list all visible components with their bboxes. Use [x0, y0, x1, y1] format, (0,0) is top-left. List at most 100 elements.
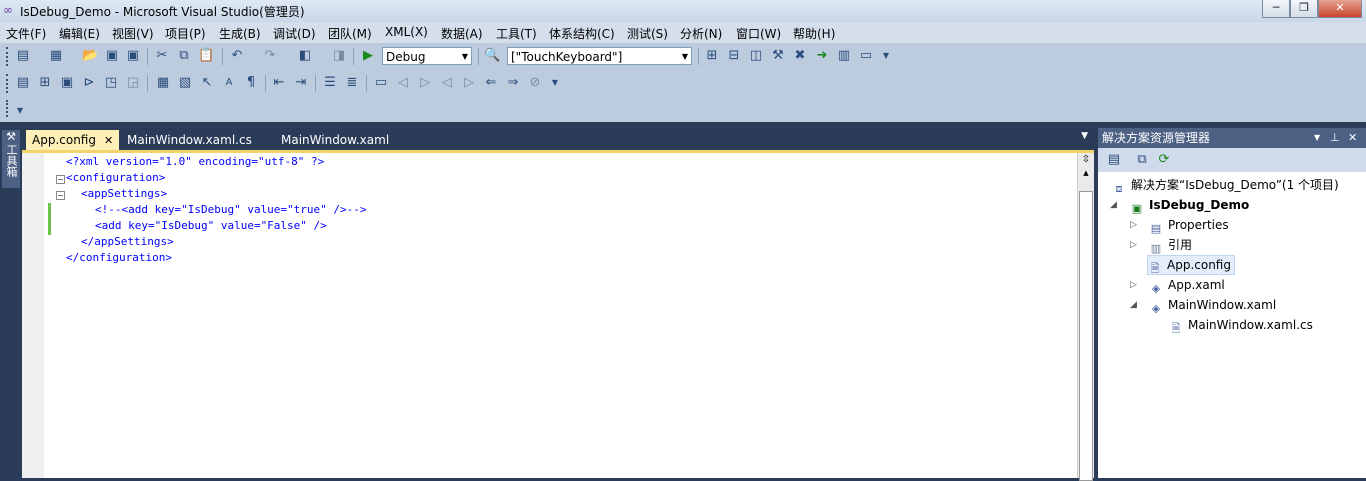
minimize-button[interactable]: ─	[1262, 0, 1290, 18]
select-parent-icon[interactable]: ↖	[199, 75, 215, 91]
start-page-icon[interactable]: ➜	[814, 48, 830, 64]
toolbox-icon[interactable]: ⚒	[770, 48, 786, 64]
menu-data[interactable]: 数据(A)	[441, 25, 483, 42]
previous-bookmark-folder-icon[interactable]: ◁	[439, 75, 455, 91]
show-all-files-icon[interactable]: ⧉	[1134, 152, 1150, 168]
toolbar-grip[interactable]	[6, 74, 11, 93]
expanded-arrow-icon[interactable]: ◢	[1110, 200, 1117, 210]
tree-item-properties[interactable]: ▤ Properties	[1149, 216, 1229, 235]
collapsed-arrow-icon[interactable]: ▷	[1130, 240, 1137, 250]
toolbar-options-icon[interactable]: ▼	[547, 75, 563, 91]
show-xslt-output-icon[interactable]: ⊞	[37, 75, 53, 91]
start-debugging-icon[interactable]: ▶	[360, 48, 376, 64]
expanded-arrow-icon[interactable]: ◢	[1130, 300, 1137, 310]
cut-icon[interactable]: ✂	[154, 48, 170, 64]
save-all-icon[interactable]: ▣	[125, 48, 141, 64]
create-schema-icon[interactable]: ▤	[15, 75, 31, 91]
output-window-icon[interactable]: ▭	[858, 48, 874, 64]
properties-icon[interactable]: ⊟	[726, 48, 742, 64]
uncomment-lines-icon[interactable]: ≣	[344, 75, 360, 91]
close-icon[interactable]: ✕	[1348, 128, 1357, 148]
new-project-icon[interactable]: ▤	[15, 48, 31, 64]
toolbar-options-icon[interactable]: ▼	[12, 103, 28, 119]
copy-icon[interactable]: ⧉	[176, 48, 192, 64]
comment-lines-icon[interactable]: ☰	[322, 75, 338, 91]
scroll-up-icon[interactable]: ▲	[1078, 167, 1094, 179]
menu-build[interactable]: 生成(B)	[219, 25, 261, 42]
toolbar-grip[interactable]	[6, 100, 11, 117]
extension-manager-icon[interactable]: ✖	[792, 48, 808, 64]
navigate-backward-icon[interactable]: ◧	[297, 48, 313, 64]
close-tab-icon[interactable]: ✕	[104, 134, 113, 147]
object-browser-icon[interactable]: ◫	[748, 48, 764, 64]
menu-debug[interactable]: 调试(D)	[273, 25, 316, 42]
word-wrap-icon[interactable]: A	[221, 75, 237, 91]
add-item-icon[interactable]: ▦	[48, 48, 64, 64]
menu-help[interactable]: 帮助(H)	[793, 25, 835, 42]
next-bookmark-document-icon[interactable]: ⇒	[505, 75, 521, 91]
show-whitespace-icon[interactable]: ¶	[243, 75, 259, 91]
pin-icon[interactable]: ⊥	[1330, 128, 1340, 148]
menu-view[interactable]: 视图(V)	[112, 25, 154, 42]
menu-xml[interactable]: XML(X)	[385, 25, 428, 39]
code-editor[interactable]: − − <?xml version="1.0" encoding="utf-8"…	[22, 150, 1094, 481]
collapse-toggle-icon[interactable]: −	[56, 191, 65, 200]
tree-item-solution[interactable]: ⧈ 解决方案“IsDebug_Demo”(1 个项目)	[1112, 176, 1339, 195]
previous-bookmark-document-icon[interactable]: ⇐	[483, 75, 499, 91]
find-combo[interactable]: ["TouchKeyboard"] ▼	[507, 47, 692, 65]
tree-item-references[interactable]: ▥ 引用	[1149, 236, 1192, 255]
menu-test[interactable]: 测试(S)	[627, 25, 668, 42]
command-window-icon[interactable]: ▥	[836, 48, 852, 64]
clear-bookmarks-icon[interactable]: ⊘	[527, 75, 543, 91]
tree-item-mainwindow-xaml[interactable]: ◈ MainWindow.xaml	[1149, 296, 1276, 315]
tree-item-project[interactable]: ▣ IsDebug_Demo	[1130, 196, 1249, 215]
scrollbar-thumb[interactable]	[1079, 191, 1093, 481]
decrease-indent-icon[interactable]: ⇤	[271, 75, 287, 91]
tab-mainwindow-xaml-cs[interactable]: MainWindow.xaml.cs	[121, 130, 258, 150]
menu-edit[interactable]: 编辑(E)	[59, 25, 100, 42]
redo-icon[interactable]: ↷	[262, 48, 278, 64]
previous-bookmark-icon[interactable]: ◁	[395, 75, 411, 91]
menu-file[interactable]: 文件(F)	[6, 25, 46, 42]
toggle-bookmark-icon[interactable]: ▭	[373, 75, 389, 91]
paste-icon[interactable]: 📋	[198, 48, 214, 64]
debug-xslt-icon[interactable]: ▣	[59, 75, 75, 91]
solution-explorer-icon[interactable]: ⊞	[704, 48, 720, 64]
close-button[interactable]: ✕	[1318, 0, 1362, 18]
undo-icon[interactable]: ↶	[229, 48, 245, 64]
next-bookmark-icon[interactable]: ▷	[417, 75, 433, 91]
menu-window[interactable]: 窗口(W)	[736, 25, 781, 42]
next-bookmark-folder-icon[interactable]: ▷	[461, 75, 477, 91]
tree-item-app-xaml[interactable]: ◈ App.xaml	[1149, 276, 1225, 295]
menu-architecture[interactable]: 体系结构(C)	[549, 25, 615, 42]
menu-project[interactable]: 项目(P)	[165, 25, 206, 42]
format-selection-icon[interactable]: ▧	[177, 75, 193, 91]
menu-analyze[interactable]: 分析(N)	[680, 25, 722, 42]
toolbar-grip[interactable]	[6, 47, 11, 66]
format-document-icon[interactable]: ▦	[155, 75, 171, 91]
toolbox-tab[interactable]: ⚒ 工具箱	[2, 130, 20, 188]
properties-icon[interactable]: ▤	[1106, 152, 1122, 168]
active-files-dropdown-icon[interactable]: ▼	[1081, 131, 1088, 141]
collapse-toggle-icon[interactable]: −	[56, 175, 65, 184]
refresh-icon[interactable]: ⟳	[1156, 152, 1172, 168]
increase-indent-icon[interactable]: ⇥	[293, 75, 309, 91]
xml-start-icon[interactable]: ⊳	[81, 75, 97, 91]
menu-tools[interactable]: 工具(T)	[496, 25, 537, 42]
xml-disabled-icon[interactable]: ◲	[125, 75, 141, 91]
window-position-icon[interactable]: ▼	[1314, 128, 1320, 148]
restore-button[interactable]: ❐	[1290, 0, 1318, 18]
solution-configuration-select[interactable]: Debug ▼	[382, 47, 472, 65]
save-icon[interactable]: ▣	[104, 48, 120, 64]
vertical-scrollbar[interactable]: ⇳ ▲	[1077, 153, 1094, 481]
toolbar-options-icon[interactable]: ▼	[878, 48, 894, 64]
tab-app-config[interactable]: App.config ✕	[26, 130, 120, 150]
navigate-forward-icon[interactable]: ◨	[331, 48, 347, 64]
collapsed-arrow-icon[interactable]: ▷	[1130, 280, 1137, 290]
find-in-files-icon[interactable]: 🔍	[484, 48, 500, 64]
collapsed-arrow-icon[interactable]: ▷	[1130, 220, 1137, 230]
open-file-icon[interactable]: 📂	[82, 48, 98, 64]
tree-item-app-config[interactable]: 🗎 App.config	[1147, 255, 1235, 275]
split-handle-icon[interactable]: ⇳	[1078, 153, 1094, 167]
tree-item-mainwindow-xaml-cs[interactable]: 🗎 MainWindow.xaml.cs	[1169, 316, 1313, 335]
